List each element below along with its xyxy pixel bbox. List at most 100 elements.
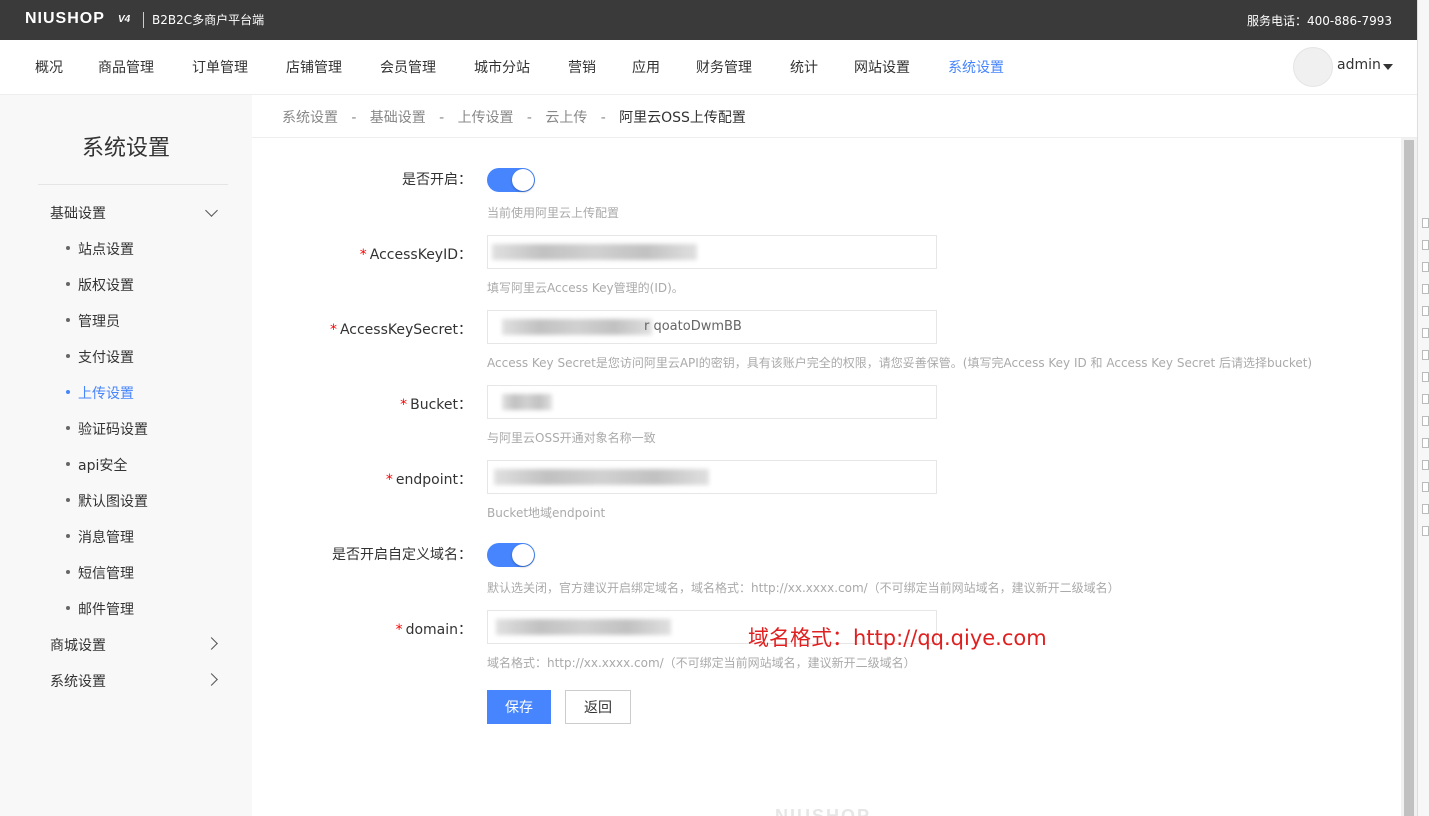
nav-item-marketing[interactable]: 营销 <box>568 57 596 77</box>
breadcrumb-item[interactable]: 系统设置 <box>282 110 338 126</box>
footer-watermark: NIUSHOP <box>775 806 872 816</box>
bullet-icon <box>66 390 70 394</box>
chevron-down-icon[interactable] <box>205 204 218 217</box>
breadcrumb-item[interactable]: 上传设置 <box>458 110 514 126</box>
sidebar-item-upload[interactable]: 上传设置 <box>78 383 134 403</box>
edge-checkbox-icon <box>1422 262 1429 272</box>
edge-checkbox-icon <box>1422 284 1429 294</box>
nav-item-goods[interactable]: 商品管理 <box>98 57 154 77</box>
sidebar-group-basic[interactable]: 基础设置 <box>50 203 106 223</box>
switch-knob <box>512 544 534 566</box>
chevron-right-icon[interactable] <box>205 637 218 650</box>
enable-hint: 当前使用阿里云上传配置 <box>487 206 620 220</box>
nav-item-system-settings[interactable]: 系统设置 <box>948 57 1004 77</box>
top-bar: NIUSHOP V4 B2B2C多商户平台端 服务电话：400-886-7993 <box>0 0 1417 40</box>
edge-checkbox-icon <box>1422 460 1429 470</box>
edge-checkbox-icon <box>1422 482 1429 492</box>
bullet-icon <box>66 318 70 322</box>
access-key-id-hint: 填写阿里云Access Key管理的(ID)。 <box>487 281 684 295</box>
redacted-value <box>494 469 709 485</box>
custom-domain-label: 是否开启自定义域名： <box>332 547 472 563</box>
nav-item-members[interactable]: 会员管理 <box>380 57 436 77</box>
sidebar-item-email[interactable]: 邮件管理 <box>78 599 134 619</box>
nav-item-apps[interactable]: 应用 <box>632 57 660 77</box>
nav-item-shops[interactable]: 店铺管理 <box>286 57 342 77</box>
bullet-icon <box>66 426 70 430</box>
sidebar-divider <box>38 184 228 185</box>
custom-domain-switch[interactable] <box>487 543 535 567</box>
edge-checkbox-icon <box>1422 394 1429 404</box>
bucket-input[interactable] <box>487 385 937 419</box>
content-scrollbar[interactable] <box>1401 138 1417 816</box>
edge-checkbox-icon <box>1422 372 1429 382</box>
back-button[interactable]: 返回 <box>565 690 631 724</box>
logo[interactable]: NIUSHOP <box>25 10 105 28</box>
redacted-value <box>492 244 697 260</box>
edge-checkbox-icon <box>1422 240 1429 250</box>
bullet-icon <box>66 246 70 250</box>
bullet-icon <box>66 534 70 538</box>
sidebar-group-mall[interactable]: 商城设置 <box>50 635 106 655</box>
breadcrumb-item[interactable]: 基础设置 <box>370 110 426 126</box>
bucket-label: * Bucket： <box>400 397 472 413</box>
sidebar-item-copyright[interactable]: 版权设置 <box>78 275 134 295</box>
sidebar-item-admins[interactable]: 管理员 <box>78 311 120 331</box>
logo-version: V4 <box>118 14 131 25</box>
enable-label: 是否开启： <box>402 172 472 188</box>
access-key-id-input[interactable] <box>487 235 937 269</box>
save-button[interactable]: 保存 <box>487 690 551 724</box>
access-key-secret-hint: Access Key Secret是您访问阿里云API的密钥，具有该账户完全的权… <box>487 356 1313 370</box>
domain-hint: 域名格式：http://xx.xxxx.com/（不可绑定当前网站域名，建议新开… <box>487 656 916 670</box>
edge-checkbox-icon <box>1422 218 1429 228</box>
sidebar-item-site[interactable]: 站点设置 <box>78 239 134 259</box>
sidebar-item-default-image[interactable]: 默认图设置 <box>78 491 148 511</box>
bullet-icon <box>66 498 70 502</box>
breadcrumb-current: 阿里云OSS上传配置 <box>619 110 746 126</box>
redacted-value <box>502 319 652 335</box>
nav-item-city-branch[interactable]: 城市分站 <box>474 57 530 77</box>
switch-knob <box>512 169 534 191</box>
sidebar-item-sms[interactable]: 短信管理 <box>78 563 134 583</box>
nav-item-finance[interactable]: 财务管理 <box>696 57 752 77</box>
access-key-id-label: * AccessKeyID： <box>359 247 472 263</box>
nav-item-statistics[interactable]: 统计 <box>790 57 818 77</box>
caret-down-icon[interactable] <box>1383 64 1393 70</box>
logo-divider <box>143 12 144 28</box>
chevron-right-icon[interactable] <box>205 673 218 686</box>
bucket-hint: 与阿里云OSS开通对象名称一致 <box>487 431 656 445</box>
sidebar-group-system[interactable]: 系统设置 <box>50 671 106 691</box>
redacted-value <box>496 619 671 635</box>
bullet-icon <box>66 606 70 610</box>
breadcrumb: 系统设置 - 基础设置 - 上传设置 - 云上传 - 阿里云OSS上传配置 <box>282 107 746 127</box>
sidebar: 系统设置 基础设置 站点设置 版权设置 管理员 支付设置 上传设置 验证码设置 … <box>0 95 252 816</box>
nav-item-orders[interactable]: 订单管理 <box>192 57 248 77</box>
edge-checkbox-icon <box>1422 350 1429 360</box>
edge-checkbox-icon <box>1422 416 1429 426</box>
bullet-icon <box>66 282 70 286</box>
nav-item-overview[interactable]: 概况 <box>35 57 63 77</box>
endpoint-input[interactable] <box>487 460 937 494</box>
custom-domain-hint: 默认选关闭，官方建议开启绑定域名，域名格式：http://xx.xxxx.com… <box>487 581 1120 595</box>
endpoint-hint: Bucket地域endpoint <box>487 506 606 520</box>
sidebar-item-payment[interactable]: 支付设置 <box>78 347 134 367</box>
edge-checkbox-icon <box>1422 438 1429 448</box>
sidebar-item-messages[interactable]: 消息管理 <box>78 527 134 547</box>
sidebar-item-captcha[interactable]: 验证码设置 <box>78 419 148 439</box>
avatar[interactable] <box>1293 47 1333 87</box>
access-key-secret-input[interactable]: r qoatoDwmBB <box>487 310 937 344</box>
secret-value-tail: r qoatoDwmBB <box>644 319 742 334</box>
enable-switch[interactable] <box>487 168 535 192</box>
sidebar-item-api-security[interactable]: api安全 <box>78 455 127 475</box>
edge-checkbox-icon <box>1422 328 1429 338</box>
bullet-icon <box>66 354 70 358</box>
breadcrumb-item[interactable]: 云上传 <box>545 110 587 126</box>
domain-label: * domain： <box>395 622 472 638</box>
user-name[interactable]: admin <box>1337 57 1381 73</box>
nav-item-site-settings[interactable]: 网站设置 <box>854 57 910 77</box>
sidebar-title: 系统设置 <box>81 136 170 161</box>
edge-checkbox-icon <box>1422 504 1429 514</box>
edge-checkbox-icon <box>1422 306 1429 316</box>
access-key-secret-label: * AccessKeySecret： <box>329 322 472 338</box>
scrollbar-thumb[interactable] <box>1404 140 1414 816</box>
main-nav: 概况 商品管理 订单管理 店铺管理 会员管理 城市分站 营销 应用 财务管理 统… <box>0 40 1417 95</box>
